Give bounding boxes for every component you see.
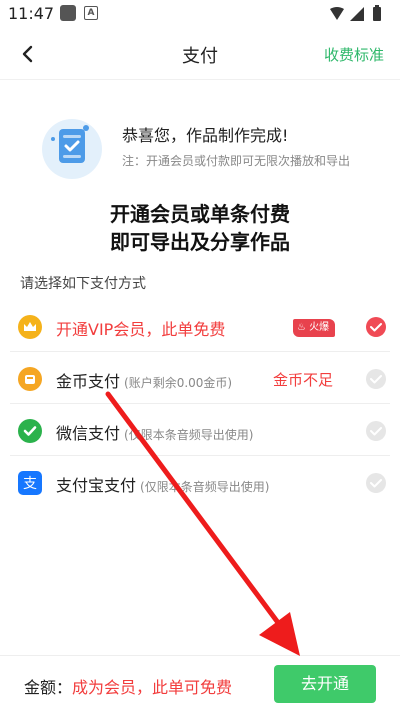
wechat-icon <box>18 419 42 443</box>
bottom-bar: 金额：成为会员，此单可免费 去开通 <box>0 655 400 710</box>
coin-option-label: 金币支付 (账户剩余0.00金币) <box>56 368 232 392</box>
payment-option-wechat[interactable]: 微信支付 (仅限本条音频导出使用) <box>10 406 390 456</box>
amount-row: 金额：成为会员，此单可免费 <box>24 674 232 698</box>
alipay-option-note: (仅限本条音频导出使用) <box>140 480 270 494</box>
coin-balance-note: (账户剩余0.00金币) <box>124 376 233 390</box>
crown-icon <box>18 315 42 339</box>
unselected-check-icon <box>366 369 386 389</box>
open-membership-button[interactable]: 去开通 <box>274 665 376 703</box>
success-note: 注：开通会员或付款即可无限次播放和导出 <box>122 154 351 168</box>
selected-check-icon <box>366 317 386 337</box>
headline-line-1: 开通会员或单条付费 <box>110 202 290 226</box>
header: 支付 收费标准 <box>0 28 400 80</box>
amount-label: 金额： <box>24 678 73 697</box>
payment-option-vip[interactable]: 开通VIP会员，此单免费 ♨ 火爆 <box>10 302 390 352</box>
signal-icon <box>350 7 364 21</box>
status-bar: 11:47 A <box>0 0 400 28</box>
svg-text:支: 支 <box>23 476 37 492</box>
wifi-icon <box>330 7 344 20</box>
success-message: 恭喜您，作品制作完成! <box>122 126 289 145</box>
payment-option-alipay[interactable]: 支 支付宝支付 (仅限本条音频导出使用) <box>10 458 390 508</box>
alipay-icon: 支 <box>18 471 42 495</box>
coin-insufficient-status: 金币不足 <box>273 371 334 389</box>
flame-icon: ♨ <box>297 322 306 333</box>
app-notification-icon: A <box>84 6 98 20</box>
unselected-check-icon <box>366 473 386 493</box>
wechat-option-note: (仅限本条音频导出使用) <box>124 428 254 442</box>
divider <box>10 351 390 352</box>
wechat-option-title: 微信支付 <box>56 424 121 443</box>
divider <box>10 403 390 404</box>
hot-badge-label: 火爆 <box>309 322 330 333</box>
alipay-option-label: 支付宝支付 (仅限本条音频导出使用) <box>56 472 269 496</box>
headline-line-2: 即可导出及分享作品 <box>110 230 290 254</box>
alipay-option-title: 支付宝支付 <box>56 476 137 495</box>
document-success-icon <box>42 119 102 179</box>
coin-icon <box>18 367 42 391</box>
unselected-check-icon <box>366 421 386 441</box>
notification-icon <box>60 5 76 21</box>
battery-icon <box>373 7 381 21</box>
system-status-icons <box>330 5 381 21</box>
status-time: 11:47 <box>8 4 55 23</box>
amount-value: 成为会员，此单可免费 <box>72 678 233 697</box>
hot-badge: ♨ 火爆 <box>293 319 336 337</box>
wechat-option-label: 微信支付 (仅限本条音频导出使用) <box>56 420 253 444</box>
coin-option-title: 金币支付 <box>56 372 121 391</box>
vip-option-label: 开通VIP会员，此单免费 <box>56 320 226 339</box>
divider <box>10 455 390 456</box>
payment-method-label: 请选择如下支付方式 <box>20 276 146 292</box>
payment-option-coin[interactable]: 金币支付 (账户剩余0.00金币) 金币不足 <box>10 354 390 404</box>
pricing-standard-link[interactable]: 收费标准 <box>324 44 384 65</box>
headline: 开通会员或单条付费 即可导出及分享作品 <box>0 200 400 256</box>
